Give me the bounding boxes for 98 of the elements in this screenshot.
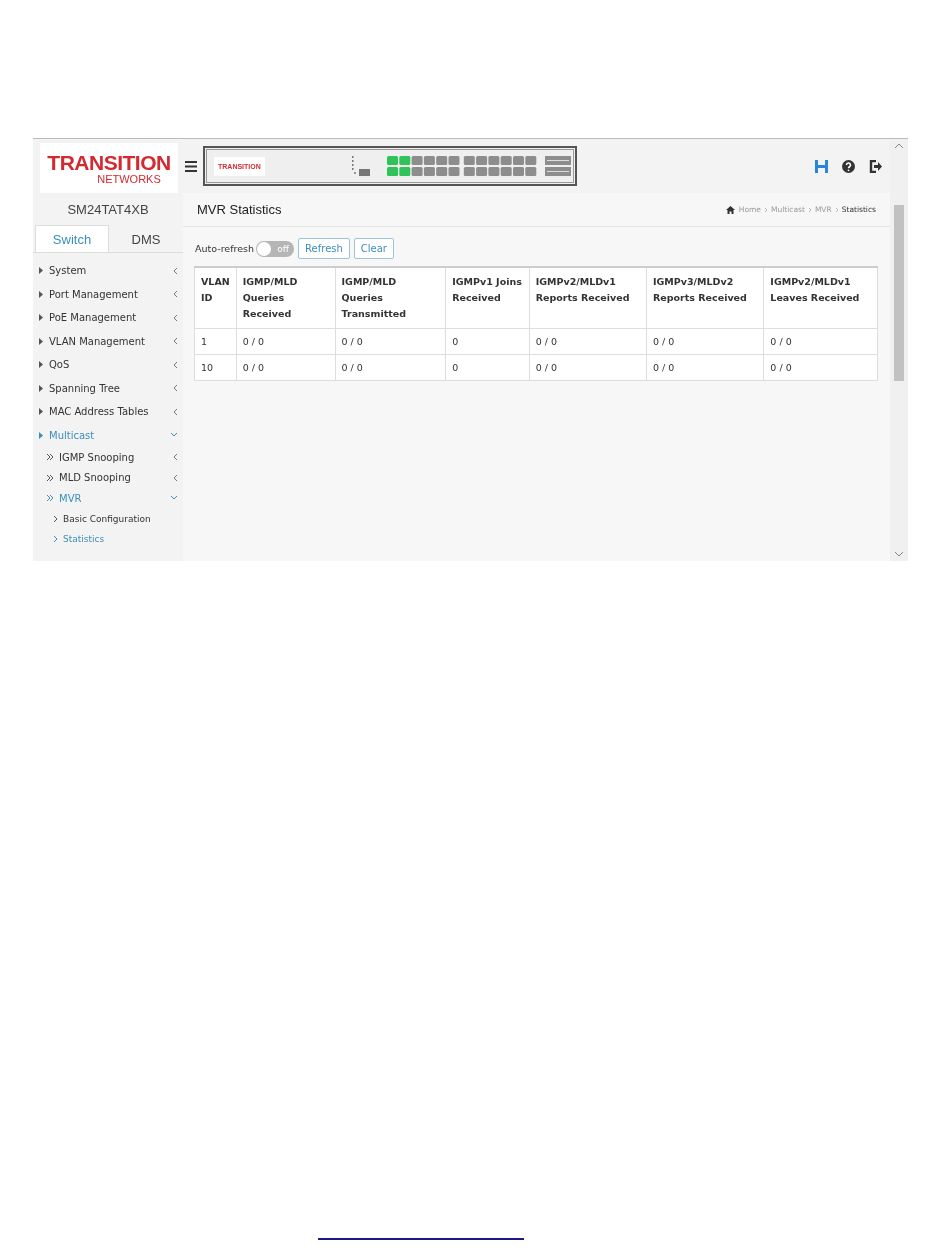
ethernet-port-icon[interactable] bbox=[488, 167, 500, 176]
double-chevron-icon bbox=[47, 495, 53, 502]
column-header: IGMP/MLD Queries Received bbox=[236, 267, 336, 329]
ethernet-port-icon[interactable] bbox=[399, 156, 411, 165]
table-cell: 0 / 0 bbox=[335, 328, 446, 355]
logout-icon[interactable] bbox=[869, 159, 882, 173]
ethernet-port-icon[interactable] bbox=[476, 167, 488, 176]
triangle-icon bbox=[39, 361, 43, 369]
menu-item[interactable]: Spanning Tree bbox=[33, 376, 183, 400]
table-cell: 0 bbox=[445, 354, 530, 381]
menu-item[interactable]: VLAN Management bbox=[33, 329, 183, 353]
triangle-icon bbox=[39, 408, 43, 416]
table-cell: 0 / 0 bbox=[236, 354, 336, 381]
chevron-left-icon bbox=[174, 385, 177, 392]
table-cell: 0 / 0 bbox=[335, 354, 446, 381]
menu-item[interactable]: IGMP Snooping bbox=[33, 447, 183, 468]
table-cell: 0 / 0 bbox=[236, 328, 336, 355]
chevron-left-icon bbox=[174, 408, 177, 415]
chevron-left-icon bbox=[174, 361, 177, 368]
logo-subtitle: NETWORKS bbox=[97, 172, 161, 185]
menu-item[interactable]: PoE Management bbox=[33, 306, 183, 330]
separator-icon bbox=[835, 207, 838, 212]
table-cell: 10 bbox=[194, 354, 237, 381]
column-header: IGMPv2/MLDv1 Leaves Received bbox=[763, 267, 878, 329]
ethernet-port-icon[interactable] bbox=[448, 156, 460, 165]
table-cell: 0 bbox=[445, 328, 530, 355]
menu-item[interactable]: QoS bbox=[33, 353, 183, 377]
menu-item[interactable]: MAC Address Tables bbox=[33, 400, 183, 424]
action-button[interactable]: Refresh bbox=[298, 238, 350, 259]
triangle-icon bbox=[39, 384, 43, 392]
ethernet-port-icon[interactable] bbox=[500, 156, 512, 165]
triangle-icon bbox=[39, 431, 43, 439]
ethernet-port-icon[interactable] bbox=[463, 156, 475, 165]
menu-icon[interactable] bbox=[185, 160, 197, 172]
chevron-left-icon bbox=[174, 314, 177, 321]
menu-item[interactable]: Basic Configuration bbox=[33, 508, 183, 529]
separator-icon bbox=[808, 207, 811, 212]
console-port-icon bbox=[351, 156, 371, 176]
ethernet-port-icon[interactable] bbox=[476, 156, 488, 165]
column-header: IGMPv3/MLDv2 Reports Received bbox=[646, 267, 764, 329]
column-header: IGMPv2/MLDv1 Reports Received bbox=[529, 267, 647, 329]
help-icon[interactable] bbox=[842, 159, 855, 173]
chevron-left-icon bbox=[174, 267, 177, 274]
chevron-icon bbox=[54, 515, 57, 522]
ethernet-port-icon[interactable] bbox=[500, 167, 512, 176]
chevron-icon bbox=[54, 536, 57, 543]
table-cell: 0 / 0 bbox=[763, 354, 878, 381]
ethernet-port-icon[interactable] bbox=[411, 167, 423, 176]
action-button[interactable]: Clear bbox=[353, 238, 394, 259]
triangle-icon bbox=[39, 267, 43, 275]
ethernet-port-icon[interactable] bbox=[411, 156, 423, 165]
auto-refresh-label: Auto-refresh bbox=[195, 243, 255, 254]
column-header: IGMPv1 Joins Received bbox=[445, 267, 530, 329]
ethernet-port-icon[interactable] bbox=[423, 167, 435, 176]
table-cell: 1 bbox=[194, 328, 237, 355]
ethernet-port-icon[interactable] bbox=[399, 167, 411, 176]
column-header: VLAN ID bbox=[194, 267, 237, 329]
menu-item[interactable]: Port Management bbox=[33, 282, 183, 306]
chevron-left-icon bbox=[174, 291, 177, 298]
ethernet-port-icon[interactable] bbox=[488, 156, 500, 165]
separator-icon bbox=[764, 207, 767, 212]
sfp-ports-icon bbox=[545, 156, 571, 176]
triangle-icon bbox=[39, 314, 43, 322]
page-title: MVR Statistics bbox=[197, 202, 282, 217]
logo-wordmark: TRANSITION bbox=[47, 151, 171, 173]
ethernet-port-icon[interactable] bbox=[387, 167, 398, 176]
table-cell: 0 / 0 bbox=[529, 328, 647, 355]
column-header: IGMP/MLD Queries Transmitted bbox=[335, 267, 446, 329]
table-cell: 0 / 0 bbox=[646, 328, 764, 355]
ethernet-port-icon[interactable] bbox=[513, 156, 524, 165]
sidebar-tab[interactable]: Switch bbox=[35, 225, 109, 252]
ethernet-port-icon[interactable] bbox=[525, 167, 537, 176]
ethernet-port-icon[interactable] bbox=[513, 167, 524, 176]
ethernet-port-icon[interactable] bbox=[448, 167, 460, 176]
menu-item[interactable]: MLD Snooping bbox=[33, 467, 183, 488]
home-icon bbox=[725, 205, 735, 214]
ethernet-port-icon[interactable] bbox=[387, 156, 398, 165]
ethernet-port-icon[interactable] bbox=[463, 167, 475, 176]
chevron-down-icon bbox=[171, 496, 177, 501]
menu-item[interactable]: Statistics bbox=[33, 529, 183, 550]
device-name: SM24TAT4XB bbox=[66, 201, 150, 219]
chevron-left-icon bbox=[174, 338, 177, 345]
ethernet-port-icon[interactable] bbox=[423, 156, 435, 165]
sidebar-tab[interactable]: DMS bbox=[109, 225, 183, 252]
chevron-left-icon bbox=[174, 474, 177, 481]
menu-item[interactable]: System bbox=[33, 259, 183, 283]
chevron-down-icon bbox=[171, 433, 177, 438]
ethernet-port-icon[interactable] bbox=[436, 167, 448, 176]
chevron-left-icon bbox=[174, 454, 177, 461]
ethernet-port-icon[interactable] bbox=[436, 156, 448, 165]
double-chevron-icon bbox=[47, 454, 53, 461]
table-cell: 0 / 0 bbox=[646, 354, 764, 381]
ethernet-port-icon[interactable] bbox=[525, 156, 537, 165]
triangle-icon bbox=[39, 337, 43, 345]
triangle-icon bbox=[39, 290, 43, 298]
double-chevron-icon bbox=[47, 474, 53, 481]
table-cell: 0 / 0 bbox=[763, 328, 878, 355]
table-cell: 0 / 0 bbox=[529, 354, 647, 381]
